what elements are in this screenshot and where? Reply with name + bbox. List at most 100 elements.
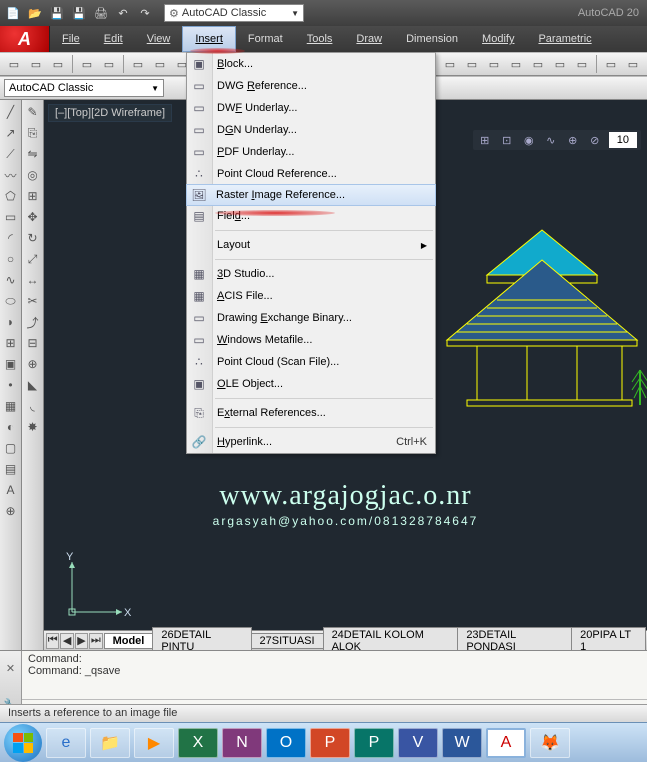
nav-tool-5-icon[interactable]: ⊕ [565, 132, 581, 148]
line-icon[interactable]: ╱ [2, 103, 20, 121]
tb-open-icon[interactable]: ▭ [26, 54, 46, 74]
start-button[interactable] [4, 724, 42, 762]
viewport-controls[interactable]: [–][Top][2D Wireframe] [48, 104, 172, 122]
tb-misc5-icon[interactable]: ▭ [528, 54, 548, 74]
task-word[interactable]: W [442, 728, 482, 758]
app-menu-button[interactable]: A [0, 26, 50, 52]
scale-icon[interactable]: ⤢ [24, 250, 42, 268]
insert-block-icon[interactable]: ⊞ [2, 334, 20, 352]
task-autocad[interactable]: A [486, 728, 526, 758]
nav-tool-1-icon[interactable]: ⊞ [477, 132, 493, 148]
close-icon[interactable]: ✕ [6, 662, 15, 675]
menu-draw[interactable]: Draw [344, 26, 394, 52]
redo-icon[interactable]: ↷ [136, 4, 154, 22]
menu-item-block[interactable]: ▣Block... [187, 53, 435, 75]
tab-layout-3[interactable]: 24DETAIL KOLOM ALOK [323, 627, 459, 651]
new-icon[interactable]: 📄 [4, 4, 22, 22]
tb-misc3-icon[interactable]: ▭ [484, 54, 504, 74]
tab-last-icon[interactable]: ⏭ [89, 633, 102, 649]
menu-format[interactable]: Format [236, 26, 295, 52]
chamfer-icon[interactable]: ◣ [24, 376, 42, 394]
erase-icon[interactable]: ✎ [24, 103, 42, 121]
task-ie[interactable]: e [46, 728, 86, 758]
nav-tool-4-icon[interactable]: ∿ [543, 132, 559, 148]
plot-icon[interactable]: 🖨 [92, 4, 110, 22]
table-icon[interactable]: ▤ [2, 460, 20, 478]
tb-misc2-icon[interactable]: ▭ [462, 54, 482, 74]
break-icon[interactable]: ⊟ [24, 334, 42, 352]
make-block-icon[interactable]: ▣ [2, 355, 20, 373]
tb-misc6-icon[interactable]: ▭ [550, 54, 570, 74]
trim-icon[interactable]: ✂ [24, 292, 42, 310]
menu-item-hyperlink[interactable]: 🔗Hyperlink...Ctrl+K [187, 431, 435, 453]
point-icon[interactable]: • [2, 376, 20, 394]
tb-misc7-icon[interactable]: ▭ [572, 54, 592, 74]
undo-icon[interactable]: ↶ [114, 4, 132, 22]
tb-misc1-icon[interactable]: ▭ [440, 54, 460, 74]
menu-item-field[interactable]: ▤Field... [187, 205, 435, 227]
task-firefox[interactable]: 🦊 [530, 728, 570, 758]
menu-tools[interactable]: Tools [295, 26, 345, 52]
tab-layout-4[interactable]: 23DETAIL PONDASI [457, 627, 572, 651]
fillet-icon[interactable]: ◟ [24, 397, 42, 415]
tab-layout-1[interactable]: 26DETAIL PINTU [152, 627, 251, 651]
polygon-icon[interactable]: ⬠ [2, 187, 20, 205]
polyline-icon[interactable]: ↗ [2, 124, 20, 142]
menu-item-raster-image-reference[interactable]: 🖼Raster Image Reference... [186, 184, 436, 206]
tb-new-icon[interactable]: ▭ [4, 54, 24, 74]
save-icon[interactable]: 💾 [48, 4, 66, 22]
extend-icon[interactable]: ⤴ [24, 313, 42, 331]
menu-edit[interactable]: Edit [92, 26, 135, 52]
ellipse-icon[interactable]: ⬭ [2, 292, 20, 310]
offset-icon[interactable]: ◎ [24, 166, 42, 184]
menu-item-wmf[interactable]: ▭Windows Metafile... [187, 329, 435, 351]
mirror-icon[interactable]: ⇋ [24, 145, 42, 163]
task-media[interactable]: ▶ [134, 728, 174, 758]
task-excel[interactable]: X [178, 728, 218, 758]
task-visio[interactable]: V [398, 728, 438, 758]
join-icon[interactable]: ⊕ [24, 355, 42, 373]
task-powerpoint[interactable]: P [310, 728, 350, 758]
region-icon[interactable]: ▢ [2, 439, 20, 457]
tb-plot-icon[interactable]: ▭ [77, 54, 97, 74]
tb-misc8-icon[interactable]: ▭ [601, 54, 621, 74]
tb-copy-icon[interactable]: ▭ [150, 54, 170, 74]
tb-preview-icon[interactable]: ▭ [99, 54, 119, 74]
spline-icon[interactable]: ∿ [2, 271, 20, 289]
tab-layout-5[interactable]: 20PIPA LT 1 [571, 627, 646, 651]
menu-item-dxb[interactable]: ▭Drawing Exchange Binary... [187, 307, 435, 329]
menu-item-layout[interactable]: Layout▶ [187, 234, 435, 256]
move-icon[interactable]: ✥ [24, 208, 42, 226]
tb-save-icon[interactable]: ▭ [48, 54, 68, 74]
menu-item-acis-file[interactable]: ▦ACIS File... [187, 285, 435, 307]
menu-item-point-cloud-scan[interactable]: ∴Point Cloud (Scan File)... [187, 351, 435, 373]
circle-icon[interactable]: ○ [2, 250, 20, 268]
nav-value[interactable]: 10 [609, 132, 637, 148]
task-publisher[interactable]: P [354, 728, 394, 758]
addsel-icon[interactable]: ⊕ [2, 502, 20, 520]
nav-tool-6-icon[interactable]: ⊘ [587, 132, 603, 148]
menu-item-dwf-underlay[interactable]: ▭DWF Underlay... [187, 97, 435, 119]
nav-tool-2-icon[interactable]: ⊡ [499, 132, 515, 148]
tab-first-icon[interactable]: ⏮ [46, 633, 59, 649]
stretch-icon[interactable]: ↔ [24, 271, 42, 289]
explode-icon[interactable]: ✸ [24, 418, 42, 436]
menu-item-point-cloud-reference[interactable]: ∴Point Cloud Reference... [187, 163, 435, 185]
xline-icon[interactable]: ⟋ [2, 145, 20, 163]
pline-icon[interactable]: 〰 [2, 166, 20, 184]
task-onenote[interactable]: N [222, 728, 262, 758]
menu-item-3d-studio[interactable]: ▦3D Studio... [187, 263, 435, 285]
menu-dimension[interactable]: Dimension [394, 26, 470, 52]
menu-item-external-references[interactable]: ⎘External References... [187, 402, 435, 424]
array-icon[interactable]: ⊞ [24, 187, 42, 205]
menu-item-pdf-underlay[interactable]: ▭PDF Underlay... [187, 141, 435, 163]
task-explorer[interactable]: 📁 [90, 728, 130, 758]
tb-cut-icon[interactable]: ▭ [128, 54, 148, 74]
rectangle-icon[interactable]: ▭ [2, 208, 20, 226]
tab-next-icon[interactable]: ▶ [75, 633, 88, 649]
tab-layout-2[interactable]: 27SITUASI [251, 633, 324, 649]
tab-model[interactable]: Model [104, 633, 154, 649]
menu-item-dgn-underlay[interactable]: ▭DGN Underlay... [187, 119, 435, 141]
hatch-icon[interactable]: ▦ [2, 397, 20, 415]
workspace-dropdown[interactable]: ⚙ AutoCAD Classic ▼ [164, 4, 304, 22]
